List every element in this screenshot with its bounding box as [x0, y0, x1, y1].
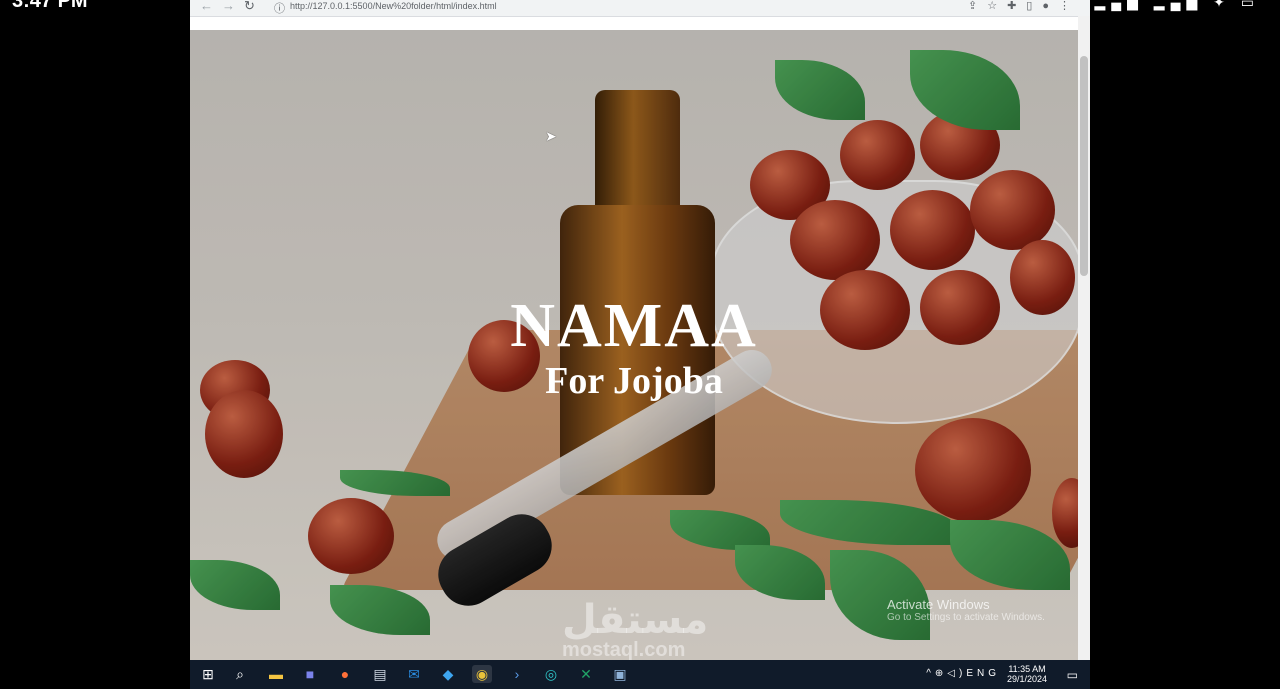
search-icon[interactable]: ⌕ — [230, 665, 250, 683]
url-field[interactable]: http://127.0.0.1:5500/New%20folder/html/… — [290, 1, 497, 11]
powershell-icon[interactable]: › — [507, 665, 527, 683]
profile-icon[interactable]: ● — [1042, 0, 1059, 12]
back-icon[interactable]: ← — [200, 0, 213, 13]
mostaql-arabic: مستقل — [562, 597, 709, 643]
sidebar-icon[interactable]: ▯ — [1026, 0, 1042, 12]
app-icon[interactable]: ▣ — [610, 665, 630, 683]
language-indicator[interactable]: ENG — [966, 668, 1000, 679]
firefox-icon[interactable]: ● — [335, 665, 355, 683]
chrome-icon[interactable]: ◉ — [472, 665, 492, 683]
vscode-icon[interactable]: ◆ — [438, 665, 458, 683]
reload-icon[interactable]: ↻ — [244, 0, 255, 14]
outlook-icon[interactable]: ✉ — [404, 665, 424, 683]
hero-subtitle: For Jojoba — [545, 360, 723, 402]
tray-date: 29/1/2024 — [1006, 674, 1048, 684]
address-bar: ← → ↻ ⓘ http://127.0.0.1:5500/New%20fold… — [190, 0, 1090, 17]
mostaql-watermark: مستقل mostaql.com — [562, 600, 708, 660]
activate-windows-watermark: Activate Windows Go to Settings to activ… — [887, 597, 1045, 623]
windows-taskbar: ⊞ ⌕ ▬ ■ ● ▤ ✉ ◆ ◉ › ◎ ✕ ▣ ^⊕◁)ENG 11:35 … — [190, 660, 1090, 689]
browser-toolbar: ⇪☆✚▯●⋮ — [968, 0, 1080, 12]
notification-icon[interactable]: ▭ — [1067, 668, 1078, 682]
teams-icon[interactable]: ■ — [300, 665, 320, 683]
tray-time: 11:35 AM — [1008, 664, 1046, 674]
phone-clock: 3:47 PM — [12, 0, 88, 12]
page-scrollbar[interactable] — [1078, 16, 1090, 660]
browser-window: ← → ↻ ⓘ http://127.0.0.1:5500/New%20fold… — [190, 0, 1090, 660]
edge-icon[interactable]: ◎ — [541, 665, 561, 683]
share-icon[interactable]: ⇪ — [968, 0, 987, 12]
start-icon[interactable]: ⊞ — [198, 665, 218, 683]
file-explorer-icon[interactable]: ▬ — [266, 665, 286, 683]
phone-status-icons: ▂▄▆ ▂▄▆ ✦ ▭ — [1094, 0, 1260, 10]
excel-icon[interactable]: ✕ — [576, 665, 596, 683]
mostaql-latin: mostaql.com — [562, 639, 686, 660]
star-icon[interactable]: ☆ — [987, 0, 1007, 12]
notepad-icon[interactable]: ▤ — [370, 665, 390, 683]
system-tray: ^⊕◁)ENG — [926, 668, 1000, 679]
tray-clock[interactable]: 11:35 AM 29/1/2024 — [1002, 664, 1052, 684]
page-viewport: NAMAA For Jojoba Activate Windows Go to … — [190, 30, 1078, 660]
scroll-thumb[interactable] — [1080, 56, 1088, 276]
hero-text: NAMAA For Jojoba — [190, 292, 1078, 402]
forward-icon[interactable]: → — [222, 0, 235, 13]
info-icon[interactable]: ⓘ — [274, 0, 285, 16]
watermark-line1: Activate Windows — [887, 597, 990, 612]
extensions-icon[interactable]: ✚ — [1007, 0, 1026, 12]
menu-icon[interactable]: ⋮ — [1059, 0, 1080, 12]
volume-icon[interactable]: ◁) — [947, 668, 966, 679]
hero-title: NAMAA — [510, 292, 758, 360]
mouse-cursor-icon: ➤ — [545, 128, 557, 144]
network-icon[interactable]: ⊕ — [935, 668, 947, 679]
chevron-up-icon[interactable]: ^ — [926, 668, 935, 679]
watermark-line2: Go to Settings to activate Windows. — [887, 612, 1045, 623]
